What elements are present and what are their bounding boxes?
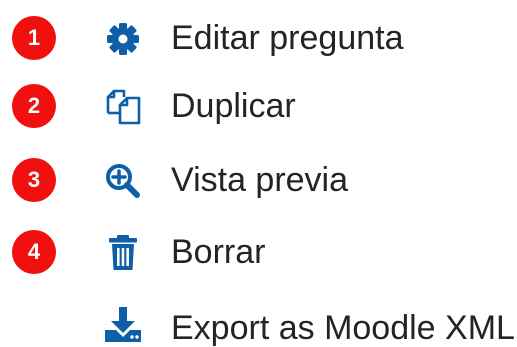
step-badge-2: 2 [12,84,56,128]
menu-item-label: Vista previa [171,161,349,199]
step-badge-4: 4 [12,230,56,274]
menu-item-label: Export as Moodle XML [171,309,515,347]
menu-item-label: Duplicar [171,87,296,125]
menu-item-label: Borrar [171,233,266,271]
download-icon [105,307,141,342]
duplicate-icon [106,89,141,125]
menu-item-delete[interactable]: 4 Borrar [0,224,517,280]
menu-item-preview[interactable]: 3 Vista previa [0,152,517,208]
menu-item-export-moodle-xml[interactable]: Export as Moodle XML [0,300,517,347]
step-badge-1: 1 [12,16,56,60]
question-actions-menu: 1 Editar pregunta 2 Duplicar 3 Vista pre… [0,0,517,347]
gear-icon [107,23,139,55]
menu-item-duplicate[interactable]: 2 Duplicar [0,78,517,134]
step-badge-3: 3 [12,158,56,202]
trash-icon [109,235,137,270]
menu-item-edit-question[interactable]: 1 Editar pregunta [0,10,517,66]
zoom-in-icon [106,164,140,198]
menu-item-label: Editar pregunta [171,19,404,57]
